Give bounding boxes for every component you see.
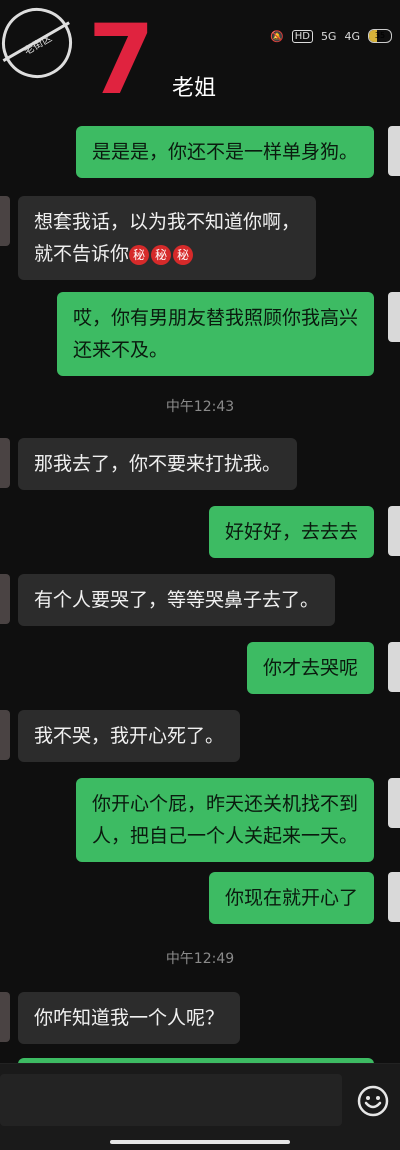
watermark-stamp: 老街区 xyxy=(0,0,85,91)
message-bubble-out[interactable]: 是是是，你还不是一样单身狗。 xyxy=(75,126,374,178)
mute-bell-icon: 🔕 xyxy=(270,29,284,43)
message-bubble-in[interactable]: 想套我话，以为我不知道你啊， 就不告诉你秘秘秘 xyxy=(18,196,317,280)
message-bubble-in[interactable]: 有个人要哭了，等等哭鼻子去了。 xyxy=(18,574,336,626)
battery-icon: 35 xyxy=(368,29,392,43)
message-bubble-out[interactable]: 哎，你有男朋友替我照顾你我高兴 还来不及。 xyxy=(56,292,374,376)
contact-avatar[interactable] xyxy=(0,710,10,760)
contact-avatar[interactable] xyxy=(0,196,10,246)
message-text: 哎，你有男朋友替我照顾你我高兴 xyxy=(72,307,358,329)
message-text: 还来不及。 xyxy=(72,339,168,361)
contact-avatar[interactable] xyxy=(0,438,10,488)
my-avatar[interactable] xyxy=(388,506,400,556)
signal-4g-label: 4G xyxy=(344,29,360,43)
secret-emoji-icon: 秘 xyxy=(151,244,172,265)
timestamp: 中午12:43 xyxy=(165,399,235,415)
my-avatar[interactable] xyxy=(388,292,400,342)
message-text: 好好好，去去去 xyxy=(224,521,358,543)
message-bubble-out[interactable]: 你才去哭呢 xyxy=(246,642,374,694)
message-bubble-out[interactable]: 你开心个屁，昨天还关机找不到 人，把自己一个人关起来一天。 xyxy=(75,778,374,862)
message-text: 就不告诉你 xyxy=(34,243,130,265)
my-avatar[interactable] xyxy=(388,126,400,176)
message-text: 你开心个屁，昨天还关机找不到 xyxy=(91,793,358,815)
message-bubble-in[interactable]: 我不哭，我开心死了。 xyxy=(18,710,241,762)
timestamp: 中午12:49 xyxy=(165,951,235,967)
message-bubble-out[interactable]: 好好好，去去去 xyxy=(208,506,374,558)
message-text: 那我去了，你不要来打扰我。 xyxy=(34,453,282,475)
home-indicator[interactable] xyxy=(110,1140,290,1144)
secret-emoji-icon: 秘 xyxy=(129,244,150,265)
message-input[interactable] xyxy=(0,1074,342,1126)
smiley-icon[interactable] xyxy=(356,1084,390,1118)
hd-badge: HD xyxy=(291,29,313,43)
message-text: 是是是，你还不是一样单身狗。 xyxy=(91,141,358,163)
battery-level: 35 xyxy=(374,31,386,40)
contact-number-annotation: 7 xyxy=(88,4,155,116)
secret-emoji-icon: 秘 xyxy=(173,244,194,265)
status-bar: 🔕 HD 5G 4G 35 xyxy=(222,18,400,54)
message-bubble-in[interactable]: 那我去了，你不要来打扰我。 xyxy=(18,438,298,490)
contact-avatar[interactable] xyxy=(0,992,10,1042)
message-text: 有个人要哭了，等等哭鼻子去了。 xyxy=(34,589,320,611)
message-text: 你才去哭呢 xyxy=(262,657,358,679)
signal-5g-label: 5G xyxy=(320,29,337,43)
message-bubble-out[interactable]: 你现在就开心了 xyxy=(208,872,374,924)
input-bar xyxy=(0,1063,400,1150)
message-text: 我不哭，我开心死了。 xyxy=(34,725,225,747)
message-text: 你现在就开心了 xyxy=(224,887,358,909)
message-text: 人，把自己一个人关起来一天。 xyxy=(91,825,358,847)
my-avatar[interactable] xyxy=(388,778,400,828)
message-bubble-in[interactable]: 你咋知道我一个人呢？ xyxy=(18,992,241,1044)
my-avatar[interactable] xyxy=(388,872,400,922)
contact-name: 老姐 xyxy=(172,76,217,101)
message-text: 你咋知道我一个人呢？ xyxy=(34,1007,225,1029)
message-text: 想套我话，以为我不知道你啊， xyxy=(34,211,301,233)
contact-avatar[interactable] xyxy=(0,574,10,624)
watermark-text: 老街区 xyxy=(22,32,54,57)
my-avatar[interactable] xyxy=(388,642,400,692)
